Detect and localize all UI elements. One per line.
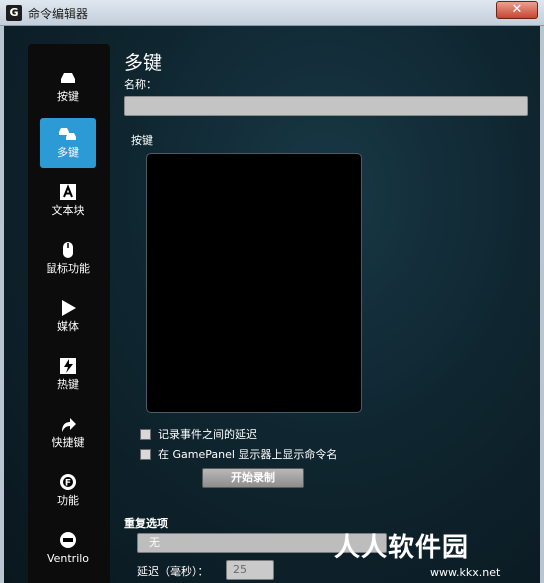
record-delay-option[interactable]: 记录事件之间的延迟 xyxy=(140,426,257,442)
nav-item-mouse-function[interactable]: 鼠标功能 xyxy=(40,234,96,284)
nav-item-label: 多键 xyxy=(57,146,79,159)
start-recording-button[interactable]: 开始录制 xyxy=(202,468,304,488)
nav-item-keystroke[interactable]: 按键 xyxy=(40,62,96,112)
name-label: 名称： xyxy=(124,78,157,91)
keys-label: 按键 xyxy=(131,134,153,147)
nav-item-function[interactable]: F 功能 xyxy=(40,466,96,516)
nav-item-hotkey[interactable]: 热键 xyxy=(40,350,96,400)
function-gear-icon: F xyxy=(40,466,96,494)
close-button[interactable]: ✕ xyxy=(496,1,538,19)
nav-item-label: 功能 xyxy=(57,494,79,507)
nav-item-label: 文本块 xyxy=(51,204,85,217)
nav-item-media[interactable]: 媒体 xyxy=(40,292,96,342)
record-delay-label: 记录事件之间的延迟 xyxy=(158,428,257,441)
delay-label: 延迟（毫秒）： xyxy=(137,565,209,578)
headset-icon xyxy=(40,524,96,552)
show-on-gamepanel-label: 在 GamePanel 显示器上显示命令名 xyxy=(158,448,338,461)
mouse-icon xyxy=(40,234,96,262)
svg-text:F: F xyxy=(65,479,71,489)
nav-item-text-block[interactable]: 文本块 xyxy=(40,176,96,226)
nav-item-label: 热键 xyxy=(57,378,79,391)
show-on-gamepanel-option[interactable]: 在 GamePanel 显示器上显示命令名 xyxy=(140,446,337,462)
title-bar: G 命令编辑器 ✕ xyxy=(0,0,544,26)
keys-list-box[interactable] xyxy=(146,153,362,413)
name-input[interactable] xyxy=(124,96,528,116)
repeat-options-label: 重复选项 xyxy=(124,517,168,530)
logitech-logo-icon: G xyxy=(6,5,22,21)
multi-key-icon xyxy=(40,118,96,146)
hotkey-icon xyxy=(40,350,96,378)
command-type-nav: 按键 多键 文本块 鼠标功能 媒体 热键 快捷键 F 功能 Ventrilo xyxy=(28,44,110,583)
watermark-brand: 人人软件园 xyxy=(334,533,470,563)
record-delay-checkbox[interactable] xyxy=(140,428,151,440)
nav-item-label: 快捷键 xyxy=(51,436,85,449)
nav-item-shortcut[interactable]: 快捷键 xyxy=(40,408,96,458)
nav-item-label: 鼠标功能 xyxy=(46,262,90,275)
watermark-url: www.kkx.net xyxy=(430,566,501,579)
nav-item-ventrilo[interactable]: Ventrilo xyxy=(40,524,96,574)
delay-input[interactable]: 25 xyxy=(226,560,274,580)
keyboard-key-icon xyxy=(40,62,96,90)
text-block-icon xyxy=(40,176,96,204)
panel-title: 多键 xyxy=(124,52,163,74)
nav-item-label: 媒体 xyxy=(57,320,79,333)
nav-item-multi-key[interactable]: 多键 xyxy=(40,118,96,168)
play-icon xyxy=(40,292,96,320)
show-on-gamepanel-checkbox[interactable] xyxy=(140,448,151,460)
nav-item-label: Ventrilo xyxy=(46,552,90,565)
nav-item-label: 按键 xyxy=(57,90,79,103)
shortcut-arrow-icon xyxy=(40,408,96,436)
window-title: 命令编辑器 xyxy=(28,7,89,21)
